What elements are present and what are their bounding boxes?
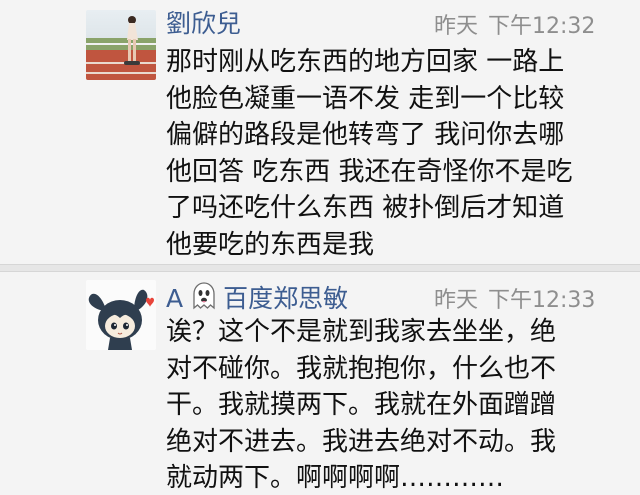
avatar[interactable] bbox=[86, 10, 156, 80]
photo-avatar-icon bbox=[86, 10, 156, 80]
avatar[interactable] bbox=[86, 280, 156, 350]
comment-text-line: 他脸色凝重一语不发 走到一个比较 bbox=[166, 83, 565, 114]
comment-text-line: 了吗还吃什么东西 被扑倒后才知道 bbox=[166, 193, 565, 223]
author-name[interactable]: 百度郑思敏 bbox=[223, 284, 348, 313]
timestamp-day: 昨天 bbox=[434, 288, 479, 313]
comment-author[interactable]: 劉欣兒 bbox=[166, 8, 241, 40]
comment-text-line: 那时刚从吃东西的地方回家 一路上 bbox=[166, 47, 565, 77]
comment-timestamp: 昨天 下午12:32 bbox=[434, 12, 595, 42]
timestamp-day: 昨天 bbox=[434, 14, 479, 39]
comment-text-line: 偏僻的路段是他转弯了 我问你去哪 bbox=[166, 120, 565, 150]
comment-body: 诶？这个不是就到我家去坐坐，绝 对不碰你。我就抱抱你，什么也不 干。我就摸两下。… bbox=[166, 314, 626, 495]
comment-text-line: 对不碰你。我就抱抱你，什么也不 bbox=[166, 353, 557, 384]
comment-author[interactable]: A 百度郑思敏 bbox=[166, 282, 348, 318]
timestamp-time: 下午12:33 bbox=[488, 288, 596, 313]
comment-text-line: 诶？这个不是就到我家去坐坐，绝 bbox=[166, 317, 557, 347]
comment-divider bbox=[0, 264, 640, 272]
comment-text-line: 就动两下。啊啊啊啊………… bbox=[166, 463, 505, 493]
cartoon-bunny-avatar-icon bbox=[86, 280, 156, 350]
author-prefix[interactable]: A bbox=[166, 284, 183, 313]
comment-text-line: 他要吃的东西是我 bbox=[166, 229, 375, 260]
comment-item: 劉欣兒 昨天 下午12:32 那时刚从吃东西的地方回家 一路上 他脸色凝重一语不发… bbox=[0, 0, 640, 264]
comment-item: A 百度郑思敏 昨天 下午12:33 诶？这个不是就到我家去坐坐，绝 对不碰你。我… bbox=[0, 272, 640, 495]
author-name[interactable]: 劉欣兒 bbox=[166, 9, 241, 38]
timestamp-time: 下午12:32 bbox=[488, 14, 596, 39]
comment-text-line: 他回答 吃东西 我还在奇怪你不是吃 bbox=[166, 156, 573, 187]
comment-text-line: 绝对不进去。我进去绝对不动。我 bbox=[166, 426, 557, 457]
comment-thread: 劉欣兒 昨天 下午12:32 那时刚从吃东西的地方回家 一路上 他脸色凝重一语不发… bbox=[0, 0, 640, 495]
comment-text-line: 干。我就摸两下。我就在外面蹭蹭 bbox=[166, 390, 557, 420]
comment-body: 那时刚从吃东西的地方回家 一路上 他脸色凝重一语不发 走到一个比较 偏僻的路段是… bbox=[166, 44, 626, 263]
comment-timestamp: 昨天 下午12:33 bbox=[434, 286, 595, 316]
ghost-emoji-icon bbox=[191, 282, 217, 318]
